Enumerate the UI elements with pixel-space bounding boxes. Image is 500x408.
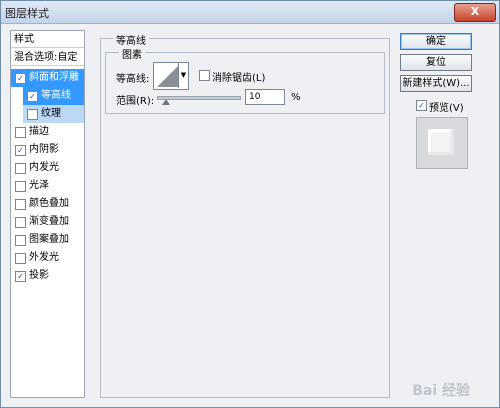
style-item-inner-glow[interactable]: 内发光 xyxy=(11,159,84,177)
style-item-label: 外发光 xyxy=(29,252,59,263)
styles-header: 样式 xyxy=(11,31,84,48)
contour-group-title: 等高线 xyxy=(113,32,149,47)
checkbox-stroke[interactable] xyxy=(15,127,26,138)
reset-button[interactable]: 复位 xyxy=(400,54,472,71)
style-item-pattern-overlay[interactable]: 图案叠加 xyxy=(11,231,84,249)
style-item-label: 渐变叠加 xyxy=(29,216,69,227)
contour-dropdown-arrow[interactable]: ▼ xyxy=(178,62,188,88)
checkbox-outer-glow[interactable] xyxy=(15,253,26,264)
style-item-label: 纹理 xyxy=(41,108,61,119)
style-item-label: 内发光 xyxy=(29,162,59,173)
contour-label: 等高线: xyxy=(116,74,150,85)
blend-options-item[interactable]: 混合选项:自定 xyxy=(11,49,84,66)
style-item-label: 描边 xyxy=(29,126,49,137)
checkbox-inner-glow[interactable] xyxy=(15,163,26,174)
watermark: Bai 经验 xyxy=(412,383,470,399)
new-style-button[interactable]: 新建样式(W)... xyxy=(400,75,472,92)
style-item-drop-shadow[interactable]: ✓ 投影 xyxy=(11,267,84,285)
style-item-inner-shadow[interactable]: ✓ 内阴影 xyxy=(11,141,84,159)
checkbox-pattern-overlay[interactable] xyxy=(15,235,26,246)
style-item-gradient-overlay[interactable]: 渐变叠加 xyxy=(11,213,84,231)
checkbox-color-overlay[interactable] xyxy=(15,199,26,210)
range-input[interactable] xyxy=(245,89,285,105)
style-item-label: 光泽 xyxy=(29,180,49,191)
style-item-outer-glow[interactable]: 外发光 xyxy=(11,249,84,267)
contour-curve-icon xyxy=(157,65,179,87)
style-item-stroke[interactable]: 描边 xyxy=(11,123,84,141)
style-item-label: 等高线 xyxy=(41,90,71,101)
checkbox-satin[interactable] xyxy=(15,181,26,192)
style-item-bevel-emboss[interactable]: ✓ 斜面和浮雕 xyxy=(11,69,84,87)
checkbox-contour[interactable]: ✓ xyxy=(27,91,38,102)
styles-list: 样式 混合选项:自定 ✓ 斜面和浮雕 ✓ 等高线 纹理 描边 ✓ 内阴影 内发光… xyxy=(10,30,85,398)
range-slider-thumb[interactable] xyxy=(162,99,170,105)
ok-button[interactable]: 确定 xyxy=(400,33,472,50)
checkbox-gradient-overlay[interactable] xyxy=(15,217,26,228)
style-item-label: 内阴影 xyxy=(29,144,59,155)
preview-label: 预览(V) xyxy=(429,103,464,114)
style-item-label: 斜面和浮雕 xyxy=(29,72,79,83)
close-button[interactable]: X xyxy=(454,3,496,22)
style-item-satin[interactable]: 光泽 xyxy=(11,177,84,195)
checkbox-bevel-emboss[interactable]: ✓ xyxy=(15,73,26,84)
title-bar: 图层样式 X xyxy=(1,1,499,24)
style-item-label: 图案叠加 xyxy=(29,234,69,245)
antialias-label: 消除锯齿(L) xyxy=(212,73,266,84)
checkbox-texture[interactable] xyxy=(27,109,38,120)
antialias-checkbox[interactable] xyxy=(199,70,210,81)
style-item-texture[interactable]: 纹理 xyxy=(23,105,84,123)
range-label: 范围(R): xyxy=(116,96,155,107)
preview-checkbox[interactable]: ✓ xyxy=(416,100,427,111)
range-unit: % xyxy=(291,92,301,103)
style-item-label: 投影 xyxy=(29,270,49,281)
checkbox-inner-shadow[interactable]: ✓ xyxy=(15,145,26,156)
window-title: 图层样式 xyxy=(5,7,49,20)
style-item-color-overlay[interactable]: 颜色叠加 xyxy=(11,195,84,213)
elements-group-title: 图素 xyxy=(119,46,145,61)
style-preview-swatch xyxy=(428,129,454,155)
style-item-label: 颜色叠加 xyxy=(29,198,69,209)
style-item-contour[interactable]: ✓ 等高线 xyxy=(23,87,84,105)
checkbox-drop-shadow[interactable]: ✓ xyxy=(15,271,26,282)
